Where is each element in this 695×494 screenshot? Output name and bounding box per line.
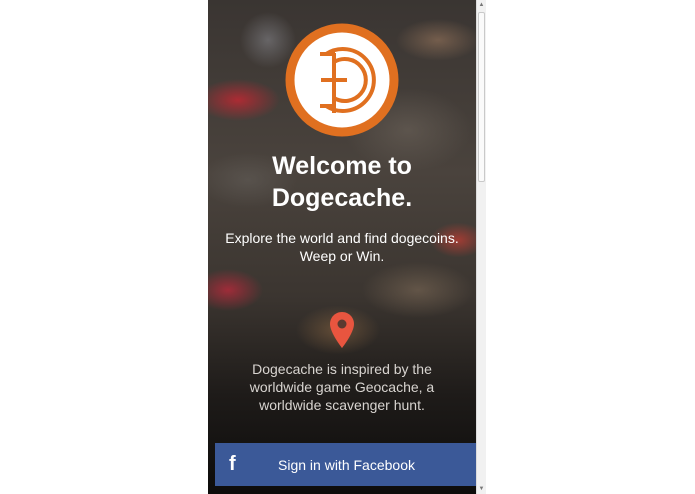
welcome-title: Welcome to Dogecache. — [208, 150, 476, 214]
scrollbar-thumb[interactable] — [478, 12, 485, 182]
facebook-signin-button[interactable]: f Sign in with Facebook — [215, 443, 476, 486]
tagline: Explore the world and find dogecoins. We… — [208, 229, 476, 265]
scroll-down-arrow-icon[interactable]: ▼ — [477, 484, 486, 494]
app-screen: Welcome to Dogecache. Explore the world … — [208, 0, 476, 494]
welcome-title-line1: Welcome to — [272, 152, 412, 180]
dogecoin-logo-icon — [285, 23, 399, 137]
facebook-icon: f — [229, 453, 236, 475]
tagline-line1: Explore the world and find dogecoins. — [225, 230, 459, 246]
scroll-up-arrow-icon[interactable]: ▲ — [477, 0, 486, 10]
map-pin-icon — [330, 312, 354, 348]
description: Dogecache is inspired by the worldwide g… — [208, 360, 476, 414]
description-line2: worldwide game Geocache, a — [249, 379, 435, 395]
description-line3: worldwide scavenger hunt. — [259, 397, 425, 413]
description-line1: Dogecache is inspired by the — [252, 361, 432, 377]
vertical-scrollbar[interactable]: ▲ ▼ — [476, 0, 486, 494]
welcome-title-line2: Dogecache. — [271, 184, 413, 212]
tagline-line2: Weep or Win. — [299, 248, 385, 264]
facebook-signin-label: Sign in with Facebook — [278, 456, 415, 473]
